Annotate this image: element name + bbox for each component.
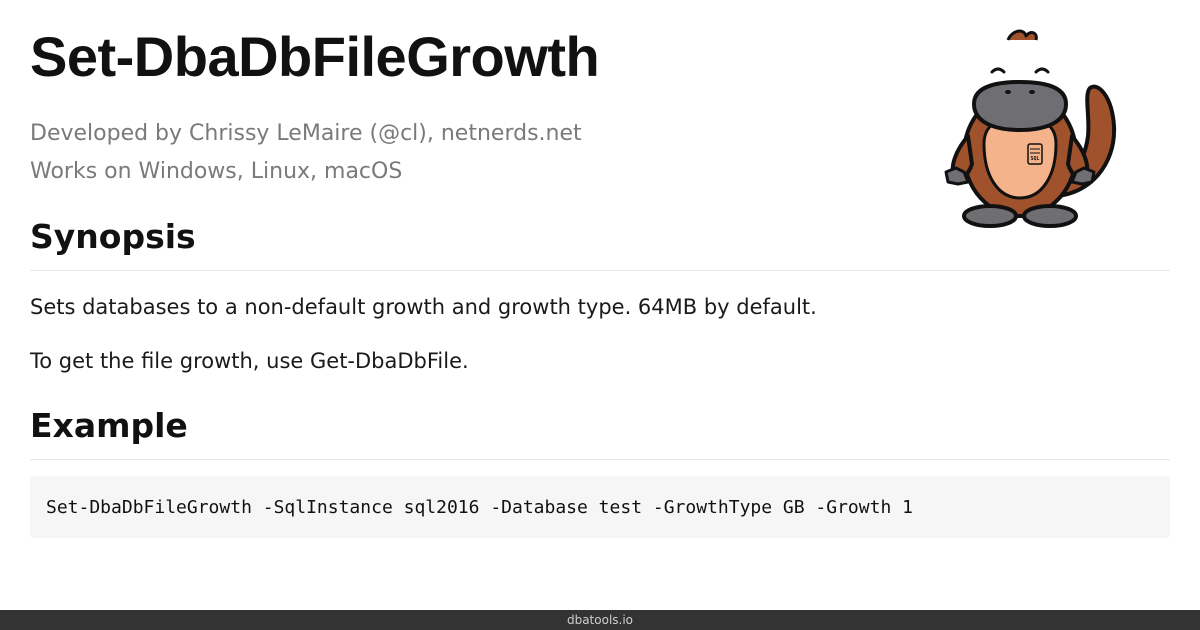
mascot-nostril-right bbox=[1029, 90, 1035, 94]
mascot-badge-label: SQL bbox=[1030, 156, 1039, 162]
example-code: Set-DbaDbFileGrowth -SqlInstance sql2016… bbox=[46, 496, 913, 518]
mascot-nostril-left bbox=[1005, 90, 1011, 94]
platypus-mascot-icon: SQL bbox=[944, 29, 1117, 228]
footer-bar: dbatools.io bbox=[0, 610, 1200, 630]
mascot-left-eye bbox=[990, 67, 1006, 74]
developer-credit: Developed by Chrissy LeMaire (@cl), netn… bbox=[30, 121, 582, 146]
platform-support: Works on Windows, Linux, macOS bbox=[30, 159, 403, 184]
synopsis-paragraph: Sets databases to a non-default growth a… bbox=[30, 295, 817, 319]
example-code-block: Set-DbaDbFileGrowth -SqlInstance sql2016… bbox=[30, 476, 1170, 538]
footer-site-link[interactable]: dbatools.io bbox=[567, 613, 633, 627]
mascot-right-eye bbox=[1034, 67, 1050, 74]
mascot-tuft bbox=[1006, 29, 1038, 41]
example-heading: Example bbox=[30, 405, 1170, 460]
synopsis-paragraph: To get the file growth, use Get-DbaDbFil… bbox=[30, 349, 469, 373]
page-title: Set-DbaDbFileGrowth bbox=[30, 25, 600, 88]
synopsis-heading: Synopsis bbox=[30, 216, 1170, 271]
mascot-bill bbox=[971, 79, 1069, 133]
